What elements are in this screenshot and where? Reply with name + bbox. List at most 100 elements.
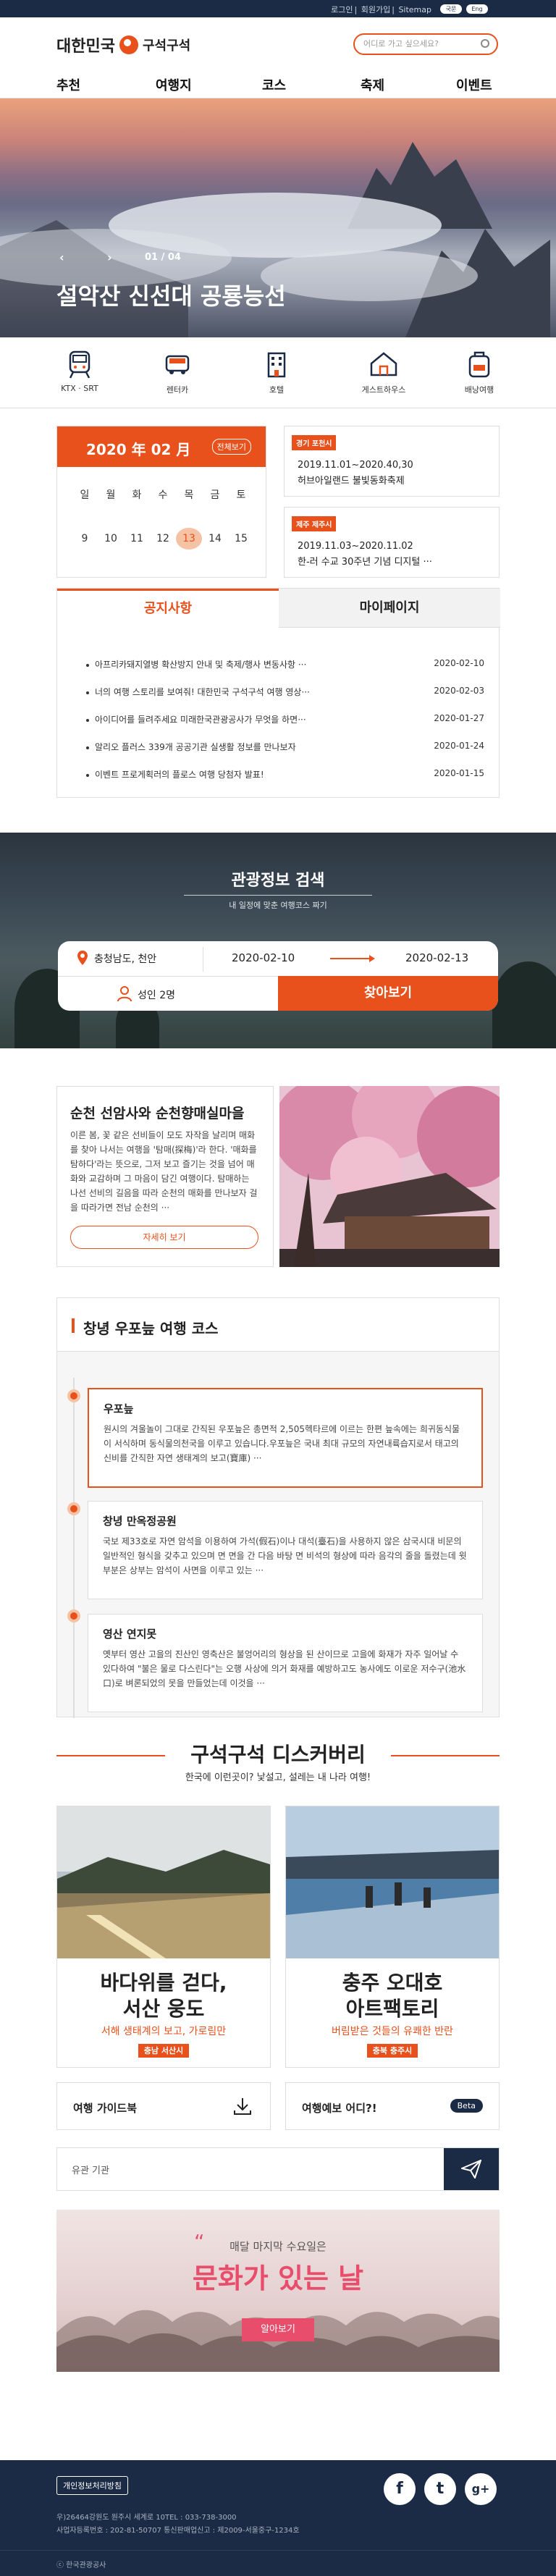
- sitemap-link[interactable]: Sitemap: [398, 5, 431, 14]
- search-icon[interactable]: [481, 39, 489, 48]
- discovery-card[interactable]: 충주 오대호 아트팩토리 버림받은 것들의 유쾌한 반란 충북 충주시: [285, 1806, 500, 2068]
- banner-title: 문화가 있는 날: [192, 2262, 364, 2294]
- calendar-date[interactable]: 15: [228, 533, 254, 544]
- prev-arrow-icon[interactable]: ‹: [59, 251, 64, 264]
- nav-recommend[interactable]: 추천: [56, 75, 80, 94]
- quick-backpack[interactable]: 배낭여행: [450, 348, 508, 395]
- guidebook-label: 여행 가이드북: [73, 2102, 138, 2115]
- calendar-date-today[interactable]: 13: [176, 528, 202, 550]
- tour-search-title: 관광정보 검색: [231, 872, 325, 890]
- footer: 개인정보처리방침 우)26464강원도 원주시 세계로 10TEL : 033-…: [0, 2460, 556, 2576]
- footer-business-info: 사업자등록번호 : 202-81-50707 통신판매업신고 : 제2009-서…: [56, 2527, 300, 2535]
- nav-course[interactable]: 코스: [262, 75, 286, 94]
- rentcar-icon: [165, 355, 190, 374]
- search-placeholder: 어디로 가고 싶으세요?: [363, 39, 439, 49]
- hotel-icon: [267, 352, 286, 378]
- notice-tabs: 공지사항 마이페이지: [57, 589, 500, 628]
- cloud: [261, 251, 478, 301]
- title-line-1: 충주 오대호: [342, 1971, 443, 1995]
- calendar-date[interactable]: 12: [150, 533, 176, 544]
- signup-link[interactable]: 회원가입: [361, 5, 390, 14]
- location-field[interactable]: 충청남도, 천안: [94, 951, 156, 966]
- find-button[interactable]: 찾아보기: [278, 976, 498, 1011]
- calendar-date[interactable]: 10: [98, 533, 124, 544]
- event-card[interactable]: 제주 제주시 2019.11.03~2020.11.02 한-러 수교 30주년…: [284, 507, 500, 578]
- related-org-select[interactable]: 유관 기관: [56, 2147, 500, 2191]
- tab-mypage[interactable]: 마이페이지: [279, 589, 500, 628]
- title-divider: [184, 895, 372, 896]
- region-badge: 충남 서산시: [138, 2044, 190, 2058]
- hero-slider[interactable]: ‹ › 01 / 04 설악산 신선대 공룡능선: [0, 98, 556, 337]
- hero-controls: ‹ ›: [59, 251, 112, 264]
- bullet-icon: [86, 691, 89, 694]
- search-input[interactable]: 어디로 가고 싶으세요?: [353, 33, 498, 55]
- quick-label: 렌터카: [166, 385, 189, 395]
- tour-search-section: 관광정보 검색 내 일정에 맞춘 여행코스 짜기 충청남도, 천안 2020-0…: [0, 833, 556, 1048]
- calendar-month: 2020 年 02 月: [86, 441, 191, 458]
- start-date-field[interactable]: 2020-02-10: [232, 951, 295, 964]
- quick-hotel[interactable]: 호텔: [248, 348, 306, 395]
- copyright: ⓒ 한국관광공사: [56, 2562, 106, 2569]
- course-item[interactable]: 영산 연지못 옛부터 영산 고을의 진산인 영축산은 불엉어리의 형상을 된 산…: [88, 1614, 483, 1712]
- site-logo[interactable]: 대한민국 구석구석: [56, 33, 190, 56]
- slide-counter: 01 / 04: [145, 252, 181, 263]
- top-utility-bar: 로그인 | 회원가입 | Sitemap 국문 Eng: [0, 0, 556, 17]
- weekday: 토: [236, 489, 246, 501]
- googleplus-icon[interactable]: g+: [465, 2473, 497, 2505]
- quick-guesthouse[interactable]: 게스트하우스: [355, 348, 413, 395]
- footer-divider: [0, 2550, 556, 2551]
- notice-date: 2020-02-10: [434, 658, 484, 668]
- course-item-title: 우포늪: [104, 1402, 134, 1415]
- notice-title: 이벤트 프로게획러의 플로스 여행 당첨자 발표!: [95, 770, 264, 780]
- nav-event[interactable]: 이벤트: [456, 75, 492, 94]
- feature-article: 순천 선암사와 순천향매실마을 이른 봄, 꽃 같은 선비들이 모도 자작을 날…: [56, 1086, 500, 1267]
- logo-mark-icon: [119, 35, 138, 54]
- discovery-card[interactable]: 바다위를 걷다, 서산 웅도 서해 생태계의 보고, 가로림만 충남 서산시: [56, 1806, 271, 2068]
- course-item[interactable]: 우포늪 원시의 겨울놀이 그대로 간직된 우포늪은 총면적 2,505헥타르에 …: [88, 1388, 483, 1488]
- bullet-icon: [86, 746, 89, 749]
- calendar-date[interactable]: 9: [72, 533, 98, 544]
- notice-item[interactable]: 아프리카돼지열병 확산방지 안내 및 축제/행사 변동사항 ··· 2020-02…: [86, 658, 484, 670]
- login-link[interactable]: 로그인: [331, 5, 353, 14]
- notice-item[interactable]: 아이디어를 들려주세요 미래한국관광공사가 무엇을 하면··· 2020-01-2…: [86, 713, 484, 725]
- quick-rentcar[interactable]: 렌터카: [148, 348, 206, 395]
- detail-button[interactable]: 자세히 보기: [70, 1226, 258, 1249]
- twitter-icon[interactable]: t: [424, 2473, 456, 2505]
- nav-destinations[interactable]: 여행지: [156, 75, 192, 94]
- lang-en-button[interactable]: Eng: [466, 4, 488, 14]
- forecast-link[interactable]: 여행예보 어디?! Beta: [285, 2082, 500, 2130]
- discovery-title: 구석구석 디스커버리: [190, 1743, 366, 1767]
- tab-notice[interactable]: 공지사항: [57, 589, 279, 628]
- view-all-button[interactable]: 전체보기: [211, 439, 251, 455]
- event-card[interactable]: 경기 포천시 2019.11.01~2020.40,30 허브아일랜드 불빛동화…: [284, 426, 500, 497]
- quick-train[interactable]: KTX · SRT: [51, 348, 109, 393]
- next-arrow-icon[interactable]: ›: [107, 251, 112, 264]
- discovery-subtitle: 한국에 이런곳이? 낯설고, 설레는 내 나라 여행!: [185, 1772, 371, 1783]
- tree-shape: [492, 961, 556, 1048]
- course-item[interactable]: 창녕 만옥정공원 국보 제33호로 자연 암석을 이용하여 가석(假石)이나 대…: [88, 1501, 483, 1599]
- hero-title: 설악산 신선대 공룡능선: [56, 282, 286, 310]
- today-marker: 13: [176, 528, 202, 550]
- notice-date: 2020-01-27: [434, 713, 484, 723]
- nav-festival[interactable]: 축제: [361, 75, 384, 94]
- culture-day-banner[interactable]: “ 매달 마지막 수요일은 문화가 있는 날 알아보기: [56, 2210, 500, 2372]
- lang-ko-button[interactable]: 국문: [440, 4, 462, 14]
- notice-item[interactable]: 알리오 플러스 339개 공공기관 실생활 정보를 만나보자 2020-01-24: [86, 741, 484, 753]
- calendar-date[interactable]: 14: [202, 533, 228, 544]
- footer-address: 우)26464강원도 원주시 세계로 10TEL : 033-738-3000: [56, 2514, 237, 2522]
- util-links: 로그인 | 회원가입 | Sitemap: [331, 5, 431, 14]
- bullet-icon: [86, 718, 89, 722]
- guidebook-link[interactable]: 여행 가이드북: [56, 2082, 271, 2130]
- privacy-policy-link[interactable]: 개인정보처리방침: [56, 2476, 128, 2495]
- people-field[interactable]: 성인 2명: [138, 988, 175, 1002]
- bullet-icon: [86, 663, 89, 667]
- learn-more-button[interactable]: 알아보기: [242, 2318, 314, 2341]
- facebook-icon[interactable]: f: [384, 2473, 416, 2505]
- notice-item[interactable]: 이벤트 프로게획러의 플로스 여행 당첨자 발표! 2020-01-15: [86, 768, 484, 780]
- notice-item[interactable]: 너의 여행 스토리를 보여줘! 대한민국 구석구석 여행 영상··· 2020-0…: [86, 686, 484, 698]
- timeline-line: [73, 1378, 75, 1718]
- calendar-date[interactable]: 11: [124, 533, 150, 544]
- end-date-field[interactable]: 2020-02-13: [405, 951, 468, 964]
- send-button[interactable]: [444, 2148, 499, 2190]
- weekday: 월: [106, 489, 116, 501]
